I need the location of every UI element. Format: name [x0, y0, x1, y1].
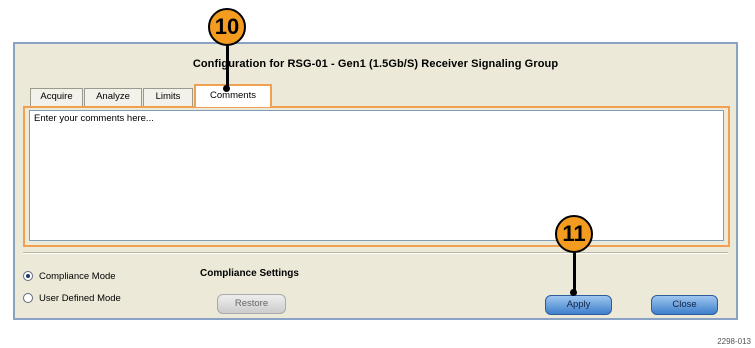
user-defined-mode-radio[interactable]	[23, 293, 33, 303]
compliance-mode-option[interactable]: Compliance Mode	[23, 269, 116, 283]
callout-11: 11	[555, 215, 593, 253]
callout-11-leader	[573, 251, 576, 291]
callout-11-dot	[570, 289, 577, 296]
comments-panel: Enter your comments here...	[23, 106, 730, 247]
tab-acquire[interactable]: Acquire	[30, 88, 83, 106]
divider	[23, 252, 728, 254]
tab-analyze[interactable]: Analyze	[84, 88, 142, 106]
compliance-settings-label: Compliance Settings	[200, 268, 299, 279]
configuration-window: Configuration for RSG-01 - Gen1 (1.5Gb/S…	[13, 42, 738, 320]
close-button[interactable]: Close	[651, 295, 718, 315]
user-defined-mode-option[interactable]: User Defined Mode	[23, 291, 121, 305]
user-defined-mode-label: User Defined Mode	[39, 292, 121, 304]
callout-10-leader	[226, 44, 229, 90]
window-title: Configuration for RSG-01 - Gen1 (1.5Gb/S…	[192, 58, 559, 70]
comments-textarea[interactable]: Enter your comments here...	[29, 110, 724, 241]
figure-id: 2298-013	[717, 337, 751, 346]
apply-button[interactable]: Apply	[545, 295, 612, 315]
tab-comments[interactable]: Comments	[194, 84, 272, 107]
callout-10-dot	[223, 85, 230, 92]
restore-button[interactable]: Restore	[217, 294, 286, 314]
callout-10: 10	[208, 8, 246, 46]
compliance-mode-label: Compliance Mode	[39, 270, 116, 282]
compliance-mode-radio[interactable]	[23, 271, 33, 281]
tab-limits[interactable]: Limits	[143, 88, 193, 106]
